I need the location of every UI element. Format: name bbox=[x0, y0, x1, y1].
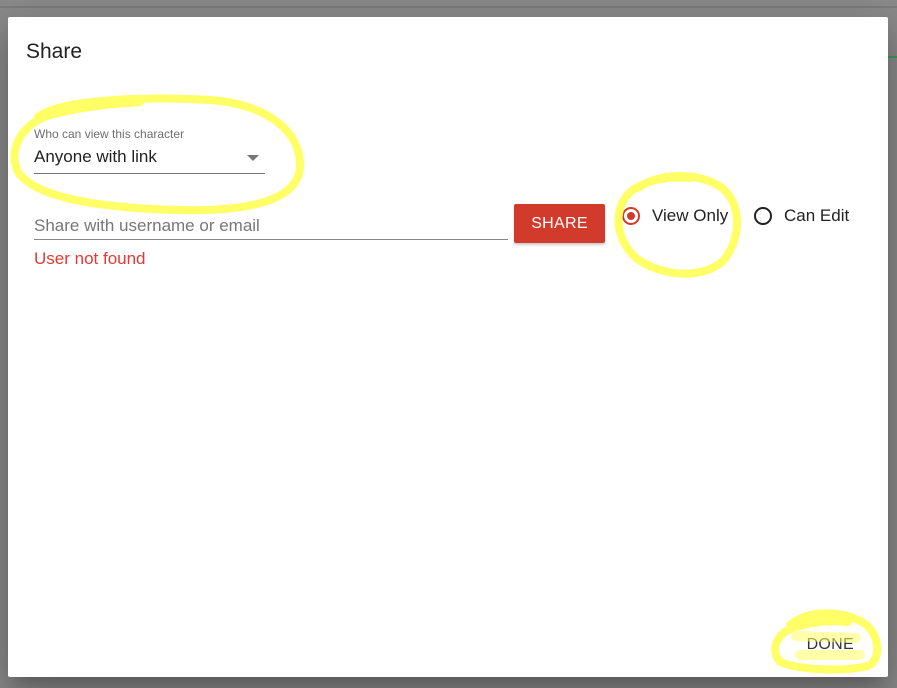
chevron-down-icon bbox=[247, 155, 259, 161]
error-message: User not found bbox=[34, 249, 146, 268]
done-button[interactable]: DONE bbox=[807, 636, 854, 654]
radio-can-edit[interactable]: Can Edit bbox=[754, 204, 849, 228]
visibility-select-value: Anyone with link bbox=[34, 147, 157, 166]
radio-can-edit-label: Can Edit bbox=[784, 206, 850, 225]
share-button[interactable]: SHARE bbox=[514, 204, 605, 243]
radio-dot-icon bbox=[627, 212, 635, 220]
share-user-input[interactable] bbox=[34, 212, 508, 240]
visibility-select-label: Who can view this character bbox=[34, 127, 185, 141]
dialog-title: Share bbox=[26, 40, 83, 63]
share-dialog: Share Who can view this character Anyone… bbox=[8, 17, 888, 677]
backdrop-accent bbox=[887, 56, 897, 58]
visibility-select[interactable]: Who can view this character Anyone with … bbox=[34, 127, 265, 174]
radio-view-only-label: View Only bbox=[652, 206, 729, 225]
radio-unchecked-icon bbox=[754, 207, 772, 225]
radio-view-only[interactable]: View Only bbox=[622, 204, 728, 228]
backdrop-strip bbox=[0, 6, 897, 8]
radio-checked-icon bbox=[622, 207, 640, 225]
